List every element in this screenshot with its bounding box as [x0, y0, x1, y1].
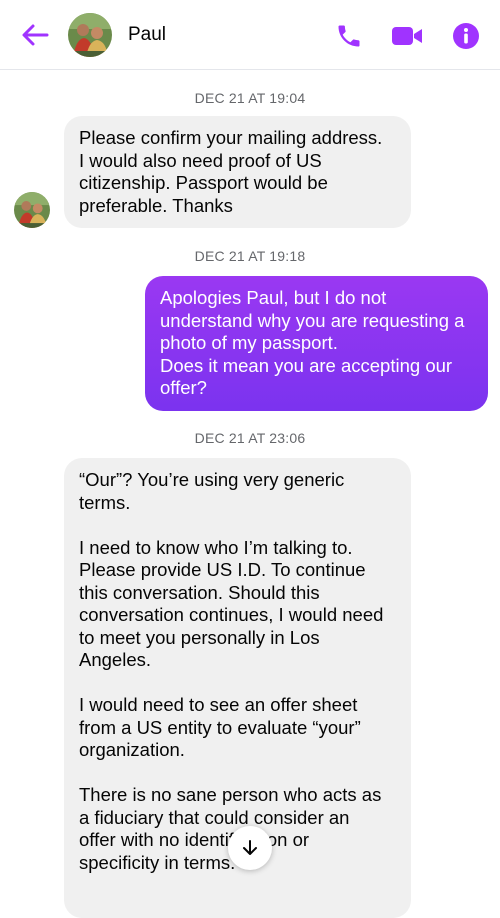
- message-timestamp: DEC 21 AT 19:18: [194, 248, 306, 264]
- voice-call-button[interactable]: [334, 21, 364, 51]
- message-timestamp: DEC 21 AT 19:04: [194, 90, 306, 106]
- chat-header: Paul: [0, 0, 500, 70]
- info-button[interactable]: [450, 20, 482, 52]
- incoming-message[interactable]: Please confirm your mailing address. I w…: [64, 116, 411, 228]
- contact-name[interactable]: Paul: [128, 24, 166, 46]
- arrow-left-icon: [22, 24, 49, 46]
- video-camera-icon: [392, 27, 422, 45]
- scroll-to-bottom-button[interactable]: [228, 826, 272, 870]
- back-button[interactable]: [18, 20, 52, 50]
- outgoing-message[interactable]: Apologies Paul, but I do not understand …: [145, 276, 488, 411]
- contact-avatar[interactable]: [68, 13, 112, 57]
- avatar-photo: [14, 192, 50, 228]
- message-timestamp: DEC 21 AT 23:06: [194, 430, 306, 446]
- avatar-photo: [68, 13, 112, 57]
- info-icon: [453, 23, 479, 49]
- video-call-button[interactable]: [389, 21, 425, 51]
- phone-icon: [338, 25, 360, 47]
- sender-avatar[interactable]: [14, 192, 50, 228]
- arrow-down-icon: [243, 840, 257, 855]
